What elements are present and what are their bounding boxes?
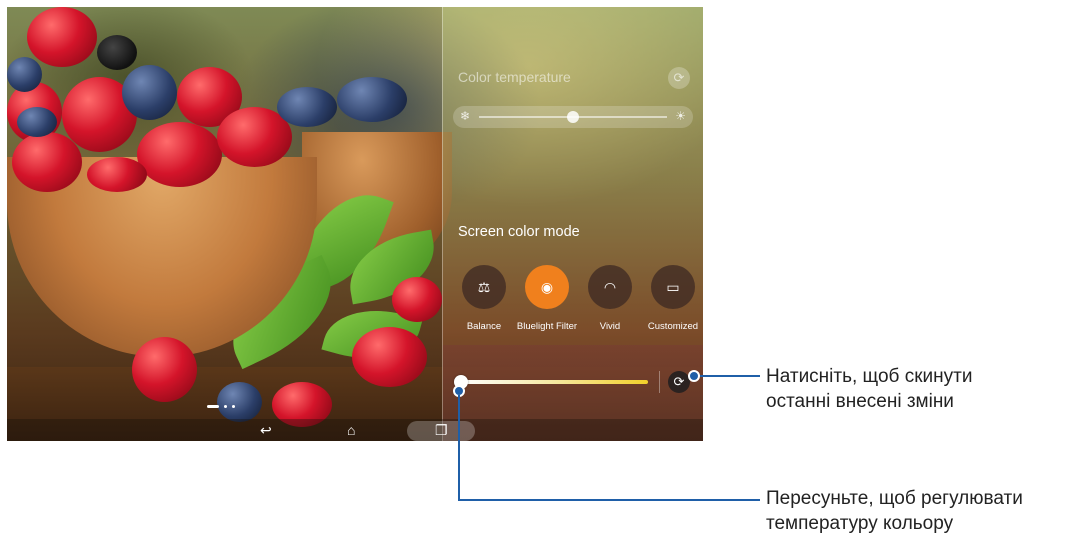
blueberry <box>337 77 407 122</box>
back-icon[interactable]: ↩ <box>260 419 272 441</box>
color-settings-panel: Color temperature ⟳ ❄ ☀ Screen color mod… <box>442 7 703 441</box>
recent-apps-icon[interactable]: ❐ <box>435 419 448 441</box>
color-temperature-slider[interactable]: ❄ ☀ <box>453 106 693 128</box>
raspberry <box>12 132 82 192</box>
balance-scale-icon: ⚖ <box>462 265 506 309</box>
screen-color-mode-title: Screen color mode <box>458 224 580 240</box>
callout-dot <box>688 370 700 382</box>
mode-vivid-button[interactable]: ◠ Vivid <box>579 265 641 332</box>
rainbow-icon: ◠ <box>588 265 632 309</box>
filter-slider-track[interactable] <box>461 380 648 384</box>
raspberry <box>352 327 427 387</box>
blueberry <box>17 107 57 137</box>
slider-callout-text: Пересуньте, щоб регулювати температуру к… <box>766 488 1023 534</box>
navigation-bar: ↩ ⌂ ❐ <box>7 419 703 441</box>
divider <box>659 371 660 393</box>
page-indicator <box>207 395 240 413</box>
slider-thumb[interactable] <box>567 111 579 123</box>
mode-label: Customized <box>647 321 699 332</box>
raspberry <box>132 337 197 402</box>
reset-button[interactable]: ⟳ <box>668 371 690 393</box>
refresh-icon: ⟳ <box>673 374 685 389</box>
blueberry <box>122 65 177 120</box>
raspberry <box>137 122 222 187</box>
mode-label: Bluelight Filter <box>516 321 578 332</box>
tablet-screen: Color temperature ⟳ ❄ ☀ Screen color mod… <box>7 7 703 441</box>
eye-shield-icon: ◉ <box>525 265 569 309</box>
screen-settings-icon: ▭ <box>651 265 695 309</box>
callout-line <box>458 499 760 501</box>
mode-customized-button[interactable]: ▭ Customized <box>642 265 703 332</box>
callout-line <box>458 395 460 501</box>
snowflake-icon: ❄ <box>460 109 471 123</box>
refresh-icon[interactable]: ⟳ <box>668 67 690 89</box>
mode-balance-button[interactable]: ⚖ Balance <box>453 265 515 332</box>
blueberry <box>277 87 337 127</box>
mode-label: Balance <box>466 321 502 332</box>
mode-label: Vivid <box>599 321 621 332</box>
reset-callout-text: Натисніть, щоб скинути останні внесені з… <box>766 366 973 412</box>
raspberry <box>27 7 97 67</box>
blackberry <box>97 35 137 70</box>
color-temperature-title: Color temperature <box>458 69 571 85</box>
sun-icon: ☀ <box>675 109 686 123</box>
raspberry <box>392 277 442 322</box>
color-mode-list: ⚖ Balance ◉ Bluelight Filter ◠ Vivid ▭ C… <box>453 265 703 335</box>
callout-line <box>700 375 760 377</box>
home-icon[interactable]: ⌂ <box>347 419 355 441</box>
mode-bluelight-filter-button[interactable]: ◉ Bluelight Filter <box>516 265 578 332</box>
raspberry <box>87 157 147 192</box>
blueberry <box>7 57 42 92</box>
